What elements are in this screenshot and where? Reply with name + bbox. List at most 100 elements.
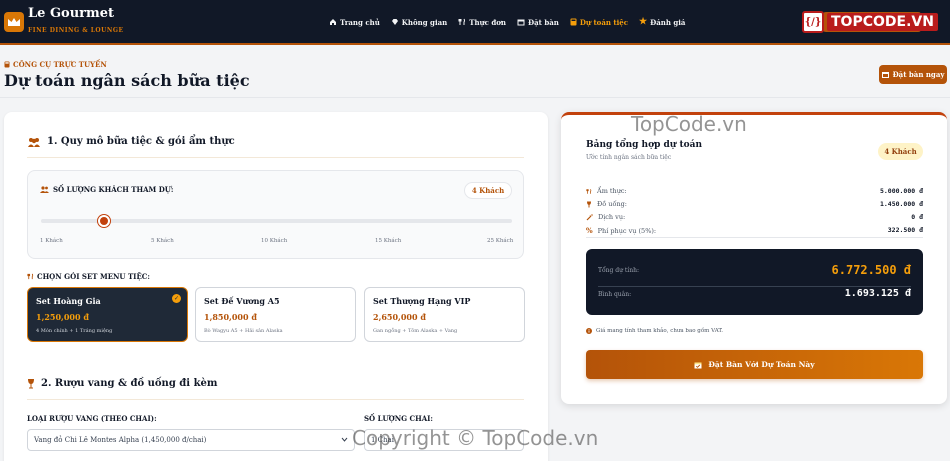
topcode-logo: {/} TOPCODE.VN (802, 11, 938, 33)
slider-tick: 1 Khách (40, 238, 63, 244)
total-value: 6.772.500 đ (831, 263, 911, 277)
star-icon: ★ (639, 17, 648, 27)
info-icon (586, 328, 592, 334)
utensils-icon (586, 188, 592, 195)
page-kicker: CÔNG CỤ TRỰC TUYẾN (4, 60, 107, 69)
nav-label: Trang chủ (340, 17, 380, 27)
menu-package-label: CHỌN GÓI SET MENU TIỆC: (27, 272, 150, 281)
section-2-heading: 2. Rượu vang & đồ uống đi kèm (27, 378, 217, 389)
summary-line-service: Dịch vụ: 0 đ (586, 213, 923, 221)
package-price: 1,850,000 đ (204, 312, 257, 322)
nav-item-home[interactable]: Trang chủ (329, 17, 380, 27)
calculator-icon (570, 18, 577, 26)
summary-line-fee: % Phí phục vụ (5%): 322.500 đ (586, 226, 923, 235)
utensils-icon (458, 18, 466, 26)
package-card-royal[interactable]: ✓ Set Hoàng Gia 1,250,000 đ 4 Món chính … (27, 287, 188, 342)
calculator-icon (4, 61, 10, 68)
wine-icon (586, 201, 592, 208)
bottle-qty-label: SỐ LƯỢNG CHAI: (364, 414, 434, 423)
nav-item-menu[interactable]: Thực đơn (458, 17, 506, 27)
wine-type-select[interactable]: Vang đỏ Chi Lê Montes Alpha (1,450,000 đ… (27, 429, 355, 451)
nav-item-booking[interactable]: Đặt bàn (517, 17, 559, 27)
main-menu: Trang chủ Không gian Thực đơn Đặt bàn Dự… (329, 17, 685, 27)
guest-count-text: SỐ LƯỢNG KHÁCH THAM DỰ: (53, 185, 174, 194)
guest-slider-track[interactable] (41, 219, 512, 223)
book-with-estimate-button[interactable]: Đặt Bàn Với Dự Toán Này (586, 350, 923, 379)
watermark-copyright: Copyright © TopCode.vn (352, 426, 599, 450)
nav-item-reviews[interactable]: ★ Đánh giá (639, 17, 685, 27)
wine-glass-icon (27, 378, 35, 389)
package-name: Set Hoàng Gia (36, 296, 101, 306)
total-label: Tổng dự tính: (598, 267, 639, 274)
section-1-title: 1. Quy mô bữa tiệc & gói ẩm thực (47, 136, 235, 147)
nav-label: Không gian (401, 17, 448, 27)
slider-tick: 10 Khách (261, 238, 288, 244)
chevron-down-icon (341, 437, 348, 442)
price-note: Giá mang tính tham khảo, chưa bao gồm VA… (586, 328, 723, 334)
magic-icon (586, 213, 593, 221)
home-icon (329, 18, 337, 26)
nav-item-space[interactable]: Không gian (391, 17, 447, 27)
average-value: 1.693.125 đ (844, 288, 911, 299)
average-label: Bình quân: (598, 291, 632, 298)
nav-label: Đặt bàn (528, 17, 559, 27)
kicker-text: CÔNG CỤ TRỰC TUYẾN (13, 60, 107, 69)
package-name: Set Đế Vương A5 (204, 296, 280, 306)
section-2-title: 2. Rượu vang & đồ uống đi kèm (41, 378, 218, 389)
section-1-heading: 1. Quy mô bữa tiệc & gói ẩm thực (27, 136, 235, 147)
users-icon (27, 137, 41, 147)
line-value: 1.450.000 đ (879, 200, 923, 208)
nav-item-estimate[interactable]: Dự toán tiệc (570, 17, 628, 27)
summary-subtitle: Ước tính ngân sách bữa tiệc (586, 154, 672, 161)
total-divider (598, 286, 911, 287)
brand-tagline: FINE DINING & LOUNGE (28, 27, 124, 34)
package-desc: 4 Món chính + 1 Tráng miệng (36, 328, 113, 334)
nav-label: Đánh giá (650, 17, 686, 27)
line-label: Ẩm thực: (597, 187, 627, 195)
wine-type-label: LOẠI RƯỢU VANG (THEO CHAI): (27, 414, 157, 423)
summary-guest-badge: 4 Khách (878, 143, 923, 160)
price-note-text: Giá mang tính tham khảo, chưa bao gồm VA… (596, 328, 724, 334)
nav-label: Dự toán tiệc (579, 17, 629, 27)
package-card-emperor[interactable]: Set Đế Vương A5 1,850,000 đ Bò Wagyu A5 … (195, 287, 356, 342)
utensils-icon (27, 273, 34, 280)
guest-count-panel: SỐ LƯỢNG KHÁCH THAM DỰ: 4 Khách 1 Khách … (27, 170, 524, 259)
summary-title: Bảng tổng hợp dự toán (586, 140, 703, 150)
users-icon (40, 186, 49, 193)
package-price: 1,250,000 đ (36, 312, 89, 322)
calendar-check-icon (694, 361, 702, 369)
package-desc: Gan ngỗng + Tôm Alaska + Vang (373, 328, 458, 334)
summary-divider (586, 237, 923, 238)
book-now-button[interactable]: Đặt bàn ngay (879, 65, 947, 84)
guest-slider-thumb[interactable] (98, 215, 110, 227)
line-value: 0 đ (911, 213, 923, 221)
code-icon: {/} (802, 11, 824, 33)
wine-type-value: Vang đỏ Chi Lê Montes Alpha (1,450,000 đ… (34, 436, 207, 444)
section-2-divider (27, 399, 524, 400)
package-price: 2,650,000 đ (373, 312, 426, 322)
gem-icon (391, 18, 399, 26)
watermark-site: TopCode.vn (631, 112, 747, 136)
summary-line-food: Ẩm thực: 5.000.000 đ (586, 187, 923, 195)
line-label: Phí phục vụ (5%): (597, 226, 657, 235)
total-panel: Tổng dự tính: 6.772.500 đ Bình quân: 1.6… (586, 249, 923, 315)
guest-count-badge: 4 Khách (464, 182, 512, 199)
package-desc: Bò Wagyu A5 + Hải sản Alaska (204, 328, 283, 334)
slider-tick: 5 Khách (151, 238, 174, 244)
line-label: Dịch vụ: (598, 213, 626, 221)
book-with-estimate-label: Đặt Bàn Với Dự Toán Này (708, 360, 815, 369)
crown-icon[interactable] (4, 12, 24, 32)
top-navbar: Le Gourmet FINE DINING & LOUNGE Trang ch… (0, 0, 950, 45)
summary-line-drinks: Đồ uống: 1.450.000 đ (586, 200, 923, 208)
slider-tick: 25 Khách (487, 238, 514, 244)
page-title: Dự toán ngân sách bữa tiệc (4, 71, 250, 90)
package-card-vip[interactable]: Set Thượng Hạng VIP 2,650,000 đ Gan ngỗn… (364, 287, 525, 342)
check-circle-icon: ✓ (172, 294, 181, 303)
percent-icon: % (586, 226, 593, 235)
section-1-divider (27, 157, 524, 158)
guest-count-label: SỐ LƯỢNG KHÁCH THAM DỰ: (40, 185, 173, 194)
slider-tick: 15 Khách (375, 238, 402, 244)
calendar-icon (517, 18, 525, 26)
line-value: 5.000.000 đ (879, 187, 923, 195)
brand-name[interactable]: Le Gourmet (28, 6, 114, 21)
